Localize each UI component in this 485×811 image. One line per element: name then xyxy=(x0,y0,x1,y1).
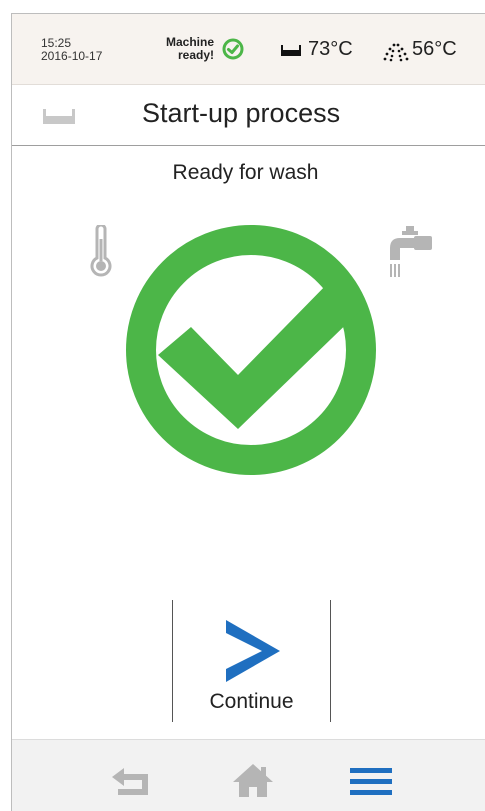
chevron-right-icon xyxy=(226,620,280,682)
back-icon[interactable] xyxy=(110,765,154,797)
datetime: 15:25 2016-10-17 xyxy=(41,37,102,63)
machine-status: Machine ready! xyxy=(152,36,214,62)
bottom-nav xyxy=(12,739,485,811)
tank-icon xyxy=(281,45,301,56)
rinse-spray-icon xyxy=(383,43,409,62)
continue-label: Continue xyxy=(209,690,294,713)
page-title: Start-up process xyxy=(142,98,341,128)
date-text: 2016-10-17 xyxy=(41,49,103,63)
machine-status-line2: ready! xyxy=(177,48,214,62)
home-icon[interactable] xyxy=(231,762,275,798)
title-bar: Start-up process xyxy=(12,85,485,146)
rinse-temperature: 56°C xyxy=(412,38,457,60)
thermometer-icon xyxy=(90,225,112,277)
status-message: Ready for wash xyxy=(172,161,319,184)
tank-icon xyxy=(43,109,75,124)
faucet-icon xyxy=(390,226,432,277)
continue-button[interactable]: Continue xyxy=(172,600,331,722)
app-frame: 15:25 2016-10-17 Machine ready! 73°C 56°… xyxy=(11,13,485,811)
tank-temperature: 73°C xyxy=(308,38,353,60)
check-circle-icon xyxy=(222,38,244,60)
large-check-circle-icon xyxy=(126,225,376,475)
status-bar: 15:25 2016-10-17 Machine ready! 73°C 56°… xyxy=(12,14,485,85)
menu-icon[interactable] xyxy=(348,764,394,800)
